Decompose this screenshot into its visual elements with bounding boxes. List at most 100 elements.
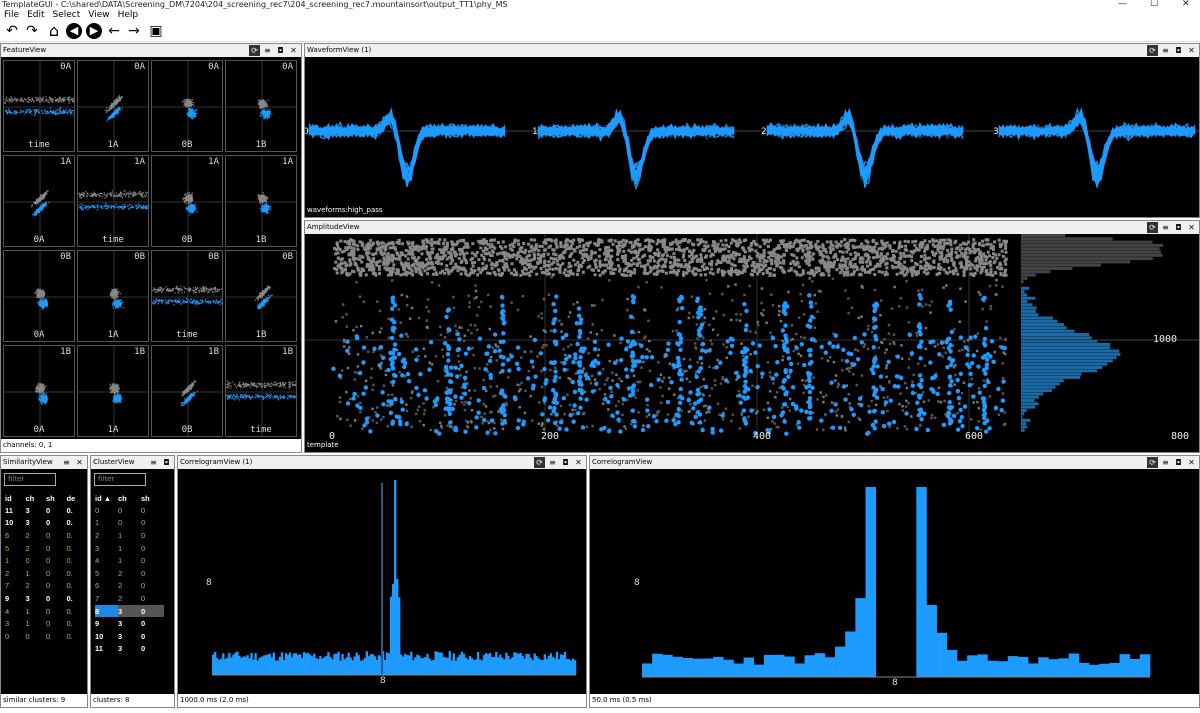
column-header[interactable]: id ▲ (95, 492, 118, 504)
refresh-icon[interactable]: ⟳ (534, 457, 545, 468)
close-window-button[interactable]: ✕ (1182, 0, 1190, 9)
save-icon[interactable]: ▣ (148, 23, 164, 39)
menu-file[interactable]: File (0, 9, 23, 21)
table-row[interactable]: 830 (95, 604, 164, 618)
redo-icon[interactable]: ↷ (24, 23, 40, 39)
table-row[interactable]: 1 0 0 0. (5, 554, 87, 567)
table-row[interactable]: 210 (95, 529, 164, 542)
arrow-left-icon[interactable]: ← (106, 23, 122, 39)
camera-icon[interactable]: ◘ (161, 457, 172, 468)
feature-cell[interactable]: 1A 0B (151, 155, 223, 247)
arrow-right-icon[interactable]: → (126, 23, 142, 39)
feature-cell[interactable]: 1B 1A (77, 345, 149, 437)
amplitude-plot[interactable]: 0 200 400 6001000800 (305, 234, 1199, 440)
menu-icon[interactable]: ≡ (1160, 45, 1171, 56)
refresh-icon[interactable]: ⟳ (249, 45, 260, 56)
table-row[interactable]: 620 (95, 580, 164, 593)
close-icon[interactable]: ✕ (573, 457, 584, 468)
table-row[interactable]: 4 1 0 0. (5, 605, 87, 618)
menu-select[interactable]: Select (49, 9, 85, 21)
cluster-table[interactable]: id ▲ ch sh 0 0 0 1 0 0 2 1 0 3 1 0 4 1 0 5 2 0 6 2 0 7 2 0 8 3 0 9 3 0 10… (95, 492, 164, 655)
correlogram-1-plot[interactable] (178, 469, 586, 695)
table-row[interactable]: 6 2 0 0. (5, 529, 87, 542)
waveform-plot[interactable]: 0123 (305, 57, 1199, 205)
feature-cell[interactable]: 0A time (3, 60, 75, 152)
table-row[interactable]: 310 (95, 542, 164, 555)
similarity-filter-input[interactable]: filter (4, 473, 56, 486)
feature-cell[interactable]: 0A 1B (225, 60, 297, 152)
feature-cell[interactable]: 0B 1B (225, 250, 297, 342)
table-row[interactable]: 410 (95, 554, 164, 567)
column-header[interactable]: de (66, 492, 87, 504)
refresh-icon[interactable]: ⟳ (1147, 222, 1158, 233)
menu-icon[interactable]: ≡ (1160, 457, 1171, 468)
table-row[interactable]: 10 3 0 (95, 630, 164, 643)
column-header[interactable]: ch (118, 492, 141, 504)
table-row[interactable]: 100 (95, 517, 164, 530)
similarity-view-panel[interactable]: SimilarityView ≡ ✕ filter id ch sh de 11 3 0 0. 1… (0, 455, 88, 708)
correlogram-2-plot[interactable] (590, 469, 1199, 695)
feature-view-panel[interactable]: FeatureView ⟳ ≡ ◘ ✕ 0A time 0A 1A 0A 0B 0A 1B 1A 0A 1… (0, 43, 302, 453)
undo-icon[interactable]: ↶ (4, 23, 20, 39)
camera-icon[interactable]: ◘ (560, 457, 571, 468)
menu-icon[interactable]: ≡ (61, 457, 72, 468)
waveform-view-panel[interactable]: WaveformView (1) ⟳ ≡ ◘ ✕ 0123 waveforms:hig… (304, 43, 1200, 218)
menu-icon[interactable]: ≡ (547, 457, 558, 468)
camera-icon[interactable]: ◘ (275, 45, 286, 56)
menu-view[interactable]: View (84, 9, 113, 21)
camera-icon[interactable]: ◘ (1173, 222, 1184, 233)
close-icon[interactable]: ✕ (288, 45, 299, 56)
table-row[interactable]: 11 3 0 (95, 643, 164, 656)
table-row[interactable]: 930 (95, 617, 164, 630)
table-row[interactable]: 720 (95, 592, 164, 605)
close-icon[interactable]: ✕ (1186, 45, 1197, 56)
table-row[interactable]: 7 2 0 0. (5, 580, 87, 593)
amplitude-view-panel[interactable]: AmplitudeView ⟳ ≡ ◘ ✕ 0 200 400 600 1000 800 tem… (304, 220, 1200, 453)
table-row[interactable]: 000 (95, 504, 164, 517)
cluster-view-panel[interactable]: ClusterView ≡ ◘ filter id ▲ ch sh 0 0 0 1 0 0 2 1 0 3… (90, 455, 175, 708)
table-row[interactable]: 2 1 0 0. (5, 567, 87, 580)
similarity-table[interactable]: id ch sh de 11 3 0 0. 10 3 0 0. 6 2 0 0. 5 2 0 0. 1 0 0 0. 2 1 0 0.… (5, 492, 87, 643)
table-row[interactable]: 9 3 0 0. (5, 592, 87, 605)
refresh-icon[interactable]: ⟳ (1147, 457, 1158, 468)
column-header[interactable]: ch (25, 492, 46, 504)
refresh-icon[interactable]: ⟳ (1147, 45, 1158, 56)
camera-icon[interactable]: ◘ (1173, 45, 1184, 56)
table-row[interactable]: 10 3 0 0. (5, 517, 87, 530)
close-icon[interactable]: ✕ (1186, 457, 1197, 468)
feature-cell[interactable]: 1A time (77, 155, 149, 247)
correlogram-view-1-panel[interactable]: CorrelogramView (1) ⟳ ≡ ◘ ✕ 8 8 1000.0 ms (… (177, 455, 587, 708)
table-row[interactable]: 5 2 0 0. (5, 542, 87, 555)
table-row[interactable]: 3 1 0 0. (5, 617, 87, 630)
feature-cell[interactable]: 0A 0B (151, 60, 223, 152)
close-icon[interactable]: ✕ (1186, 222, 1197, 233)
feature-cell[interactable]: 0A 1A (77, 60, 149, 152)
menu-icon[interactable]: ≡ (148, 457, 159, 468)
forward-circle-icon[interactable]: ▶ (86, 23, 102, 39)
table-row[interactable]: 0 0 0 0. (5, 630, 87, 643)
home-icon[interactable]: ⌂ (46, 23, 62, 39)
menu-icon[interactable]: ≡ (1160, 222, 1171, 233)
column-header[interactable]: sh (141, 492, 164, 504)
menu-icon[interactable]: ≡ (262, 45, 273, 56)
feature-cell[interactable]: 1A 1B (225, 155, 297, 247)
feature-cell[interactable]: 0B 1A (77, 250, 149, 342)
feature-cell[interactable]: 1A 0A (3, 155, 75, 247)
column-header[interactable]: id (5, 492, 25, 504)
feature-cell[interactable]: 1B 0B (151, 345, 223, 437)
menu-edit[interactable]: Edit (23, 9, 48, 21)
close-icon[interactable]: ✕ (74, 457, 85, 468)
feature-cell[interactable]: 0B 0A (3, 250, 75, 342)
back-circle-icon[interactable]: ◀ (66, 23, 82, 39)
feature-cell[interactable]: 1B 0A (3, 345, 75, 437)
feature-cell[interactable]: 0B time (151, 250, 223, 342)
cluster-filter-input[interactable]: filter (94, 473, 146, 486)
feature-cell[interactable]: 1B time (225, 345, 297, 437)
maximize-button[interactable]: ☐ (1150, 0, 1158, 9)
camera-icon[interactable]: ◘ (1173, 457, 1184, 468)
table-row[interactable]: 11 3 0 0. (5, 504, 87, 517)
table-row[interactable]: 520 (95, 567, 164, 580)
correlogram-view-2-panel[interactable]: CorrelogramView ⟳ ≡ ◘ ✕ 8 8 50.0 ms (0.5 ms… (589, 455, 1200, 708)
column-header[interactable]: sh (46, 492, 67, 504)
minimize-button[interactable]: — (1118, 0, 1127, 9)
